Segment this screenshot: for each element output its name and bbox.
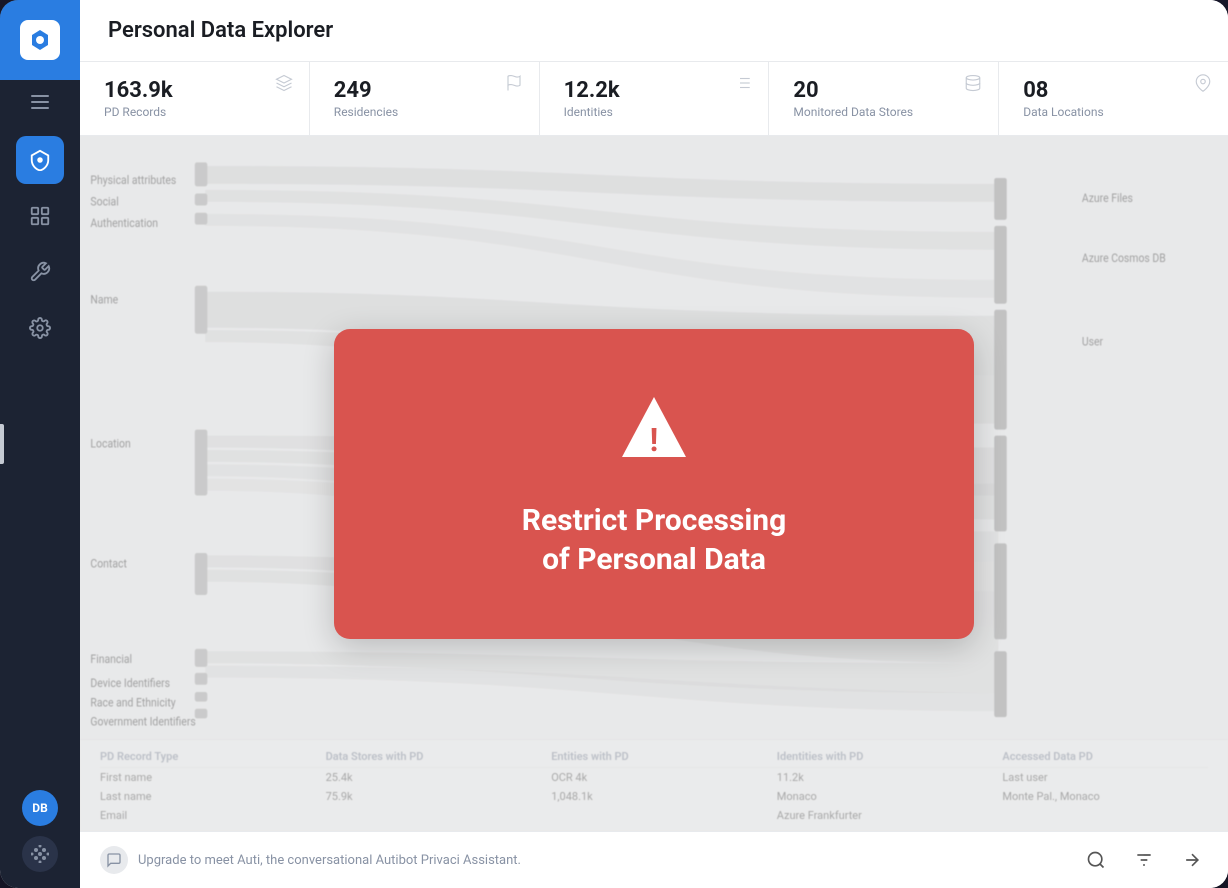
stat-data-locations[interactable]: 08 Data Locations [999,62,1228,135]
bottom-bar: Upgrade to meet Auti, the conversational… [80,831,1228,888]
sidebar-nav [16,124,64,774]
shield-icon [29,149,51,171]
chat-section: Upgrade to meet Auti, the conversational… [100,846,1068,874]
gear-icon [29,317,51,339]
stat-label: Identities [564,105,620,119]
left-edge-indicator [0,424,4,464]
stat-number: 249 [334,78,398,103]
location-icon [1194,74,1212,96]
stats-bar: 163.9k PD Records 249 Residencies [80,62,1228,136]
page-title: Personal Data Explorer [108,18,1200,43]
database-icon [964,74,982,96]
page-header: Personal Data Explorer [80,0,1228,62]
stat-label: Monitored Data Stores [793,105,913,119]
hamburger-icon [31,95,49,109]
sidebar-item-home[interactable] [16,136,64,184]
restrict-processing-modal: ! Restrict Processing of Personal Data [334,329,974,639]
grid-icon [31,845,49,863]
stat-content: 08 Data Locations [1023,78,1103,119]
stat-label: PD Records [104,105,173,119]
search-icon [1086,850,1106,870]
svg-text:!: ! [650,421,659,459]
modal-overlay: ! Restrict Processing of Personal Data [80,136,1228,831]
sidebar-bottom: DB [22,774,58,888]
stat-identities[interactable]: 12.2k Identities [540,62,770,135]
stat-pd-records[interactable]: 163.9k PD Records [80,62,310,135]
stat-residencies[interactable]: 249 Residencies [310,62,540,135]
filter-icon [1134,850,1154,870]
main-content: Personal Data Explorer 163.9k PD Records [80,0,1228,888]
modal-title: Restrict Processing of Personal Data [522,501,787,579]
menu-toggle[interactable] [0,80,80,124]
arrow-icon [1182,850,1202,870]
logo-icon [20,20,60,60]
content-area: Physical attributes Social Authenticatio… [80,136,1228,831]
layers-icon [275,74,293,96]
stat-label: Residencies [334,105,398,119]
chat-upgrade-text: Upgrade to meet Auti, the conversational… [138,853,521,868]
tools-icon [29,261,51,283]
user-avatar[interactable]: DB [22,790,58,826]
app-logo[interactable] [0,0,80,80]
flag-icon [505,74,523,96]
sidebar-item-dashboard[interactable] [16,192,64,240]
filter-button[interactable] [1128,844,1160,876]
stat-content: 249 Residencies [334,78,398,119]
arrow-button[interactable] [1176,844,1208,876]
sidebar-item-settings[interactable] [16,304,64,352]
sidebar-item-tools[interactable] [16,248,64,296]
search-button[interactable] [1080,844,1112,876]
stat-content: 12.2k Identities [564,78,620,119]
stat-number: 20 [793,78,913,103]
stat-number: 08 [1023,78,1103,103]
apps-button[interactable] [22,836,58,872]
stat-number: 12.2k [564,78,620,103]
warning-icon: ! [614,389,694,469]
stat-number: 163.9k [104,78,173,103]
stat-content: 163.9k PD Records [104,78,173,119]
stat-monitored-stores[interactable]: 20 Monitored Data Stores [769,62,999,135]
identity-icon [734,74,752,96]
dashboard-icon [29,205,51,227]
bottom-actions [1080,844,1208,876]
chat-icon [100,846,128,874]
stat-content: 20 Monitored Data Stores [793,78,913,119]
stat-label: Data Locations [1023,105,1103,119]
sidebar: DB [0,0,80,888]
